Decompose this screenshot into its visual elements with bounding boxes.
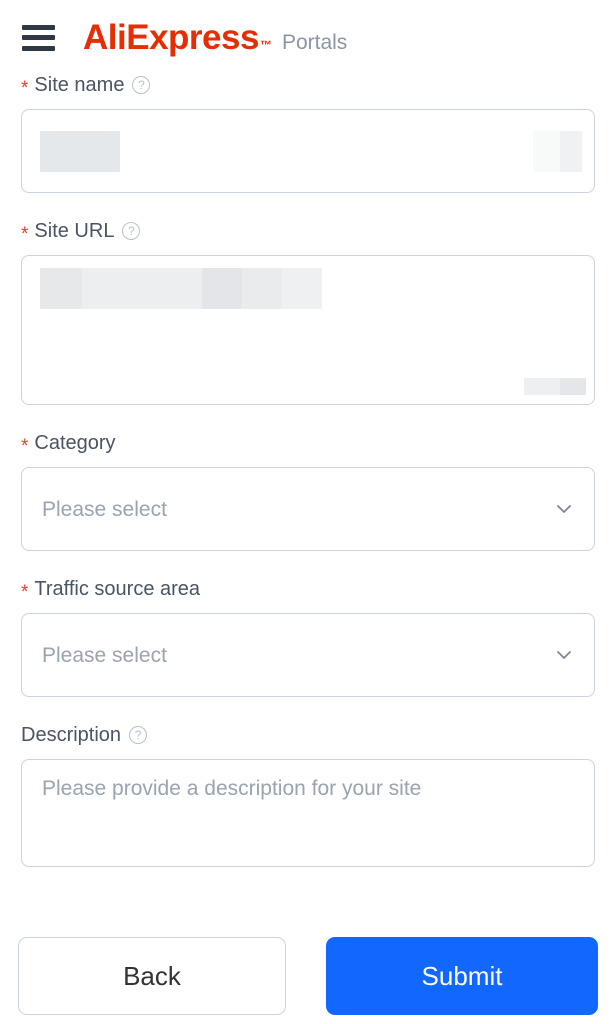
- label-text: Category: [34, 432, 116, 454]
- category-placeholder: Please select: [42, 497, 167, 521]
- required-marker: *: [21, 77, 29, 99]
- field-site-url: * Site URL ?: [21, 221, 595, 405]
- brand-logo[interactable]: AliExpress ™ Portals: [83, 20, 347, 55]
- description-placeholder: Please provide a description for your si…: [42, 777, 422, 800]
- label-traffic-source-area: * Traffic source area: [21, 578, 595, 603]
- chevron-down-icon[interactable]: [554, 499, 574, 519]
- label-text: Description: [21, 724, 122, 746]
- field-traffic-source-area: * Traffic source area Please select: [21, 579, 595, 697]
- hamburger-menu-icon[interactable]: [22, 24, 55, 51]
- redacted-char-counter: [560, 378, 586, 395]
- trademark-icon: ™: [259, 38, 272, 52]
- traffic-source-area-select[interactable]: Please select: [21, 613, 595, 697]
- site-name-input[interactable]: [21, 109, 595, 193]
- description-textarea[interactable]: Please provide a description for your si…: [21, 759, 595, 867]
- redacted-content: [560, 131, 582, 172]
- site-url-input[interactable]: [21, 255, 595, 405]
- hamburger-bar: [22, 45, 55, 51]
- hamburger-bar: [22, 24, 55, 30]
- help-circle-icon[interactable]: ?: [132, 76, 151, 94]
- redacted-content: [40, 268, 82, 309]
- label-text: Site name: [34, 74, 125, 96]
- action-bar: Back Submit: [0, 928, 616, 1024]
- help-circle-icon[interactable]: ?: [122, 222, 141, 240]
- submit-button[interactable]: Submit: [326, 937, 598, 1015]
- brand-logo-text: AliExpress: [83, 18, 259, 57]
- field-site-name: * Site name ?: [21, 75, 595, 193]
- app-header: AliExpress ™ Portals: [0, 0, 616, 75]
- field-category: * Category Please select: [21, 433, 595, 551]
- field-description: Description ? Please provide a descripti…: [21, 725, 595, 867]
- back-button[interactable]: Back: [18, 937, 286, 1015]
- redacted-content: [82, 268, 202, 309]
- help-circle-icon[interactable]: ?: [129, 726, 148, 744]
- redacted-content: [202, 268, 242, 309]
- required-marker: *: [21, 581, 29, 603]
- redacted-content: [242, 268, 282, 309]
- label-description: Description ?: [21, 725, 595, 745]
- chevron-down-icon[interactable]: [554, 645, 574, 665]
- category-select[interactable]: Please select: [21, 467, 595, 551]
- redacted-content: [533, 131, 561, 172]
- required-marker: *: [21, 435, 29, 457]
- redacted-char-counter: [524, 378, 562, 395]
- label-category: * Category: [21, 432, 595, 457]
- label-site-name: * Site name ?: [21, 74, 595, 99]
- brand-sub-label: Portals: [281, 31, 348, 54]
- redacted-content: [40, 131, 120, 172]
- hamburger-bar: [22, 35, 55, 40]
- traffic-source-area-placeholder: Please select: [42, 643, 167, 667]
- label-site-url: * Site URL ?: [21, 220, 595, 245]
- label-text: Site URL: [34, 220, 115, 242]
- site-registration-form: * Site name ? * Site URL ? * Category Pl…: [0, 75, 616, 867]
- label-text: Traffic source area: [34, 578, 201, 600]
- required-marker: *: [21, 223, 29, 245]
- redacted-content: [282, 268, 322, 309]
